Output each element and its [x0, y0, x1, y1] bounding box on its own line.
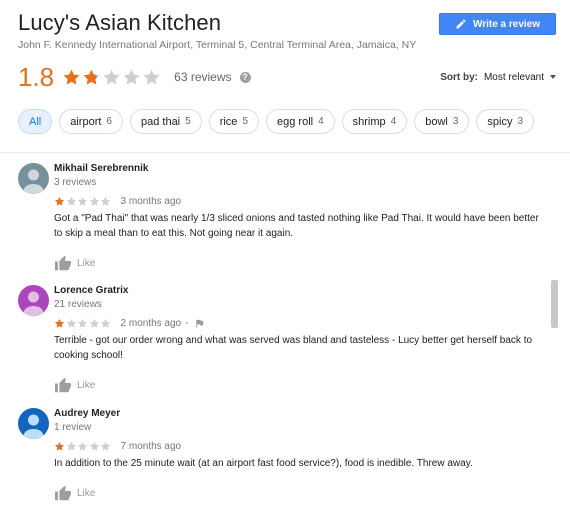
like-button[interactable]: Like	[54, 377, 540, 393]
star-icon	[103, 69, 120, 85]
chip-label: bowl	[425, 115, 448, 128]
star-icon	[66, 441, 76, 451]
business-header: Lucy's Asian Kitchen John F. Kennedy Int…	[18, 10, 556, 51]
avatar[interactable]	[18, 163, 49, 194]
review-text: In addition to the 25 minute wait (at an…	[54, 458, 473, 469]
star-icon	[77, 318, 88, 328]
user-avatar-icon	[18, 408, 49, 439]
sort-value: Most relevant	[483, 71, 544, 83]
review-stars	[54, 441, 112, 452]
review-text: Got a "Pad Thai" that was nearly 1/3 sli…	[54, 213, 539, 239]
review-count[interactable]: 63 reviews	[174, 70, 231, 84]
star-icon	[89, 441, 99, 451]
star-icon	[143, 69, 160, 85]
review-time: 7 months ago	[120, 440, 182, 452]
filter-chip[interactable]: shrimp 4	[341, 109, 408, 134]
star-icon	[66, 318, 76, 328]
filter-chip[interactable]: All	[18, 109, 53, 134]
reviewer-name[interactable]: Mikhail Serebrennik	[54, 163, 540, 174]
chip-count: 4	[318, 116, 324, 127]
star-icon	[54, 318, 65, 328]
star-icon	[63, 69, 80, 85]
like-label: Like	[77, 257, 96, 269]
star-icon	[89, 196, 99, 206]
chip-label: rice	[219, 115, 238, 128]
help-icon[interactable]: ?	[239, 71, 251, 83]
write-review-label: Write a review	[472, 18, 541, 30]
filter-chip[interactable]: airport 6	[59, 109, 123, 134]
flag-icon[interactable]	[194, 318, 205, 329]
filter-chip[interactable]: rice 5	[208, 109, 259, 134]
reviewer-name[interactable]: Audrey Meyer	[54, 408, 540, 419]
star-icon	[100, 318, 111, 328]
average-rating: 1.8	[18, 61, 55, 92]
chip-label: pad thai	[140, 115, 181, 128]
review-time: 3 months ago	[120, 195, 182, 207]
star-icon	[54, 441, 65, 451]
chip-count: 6	[106, 116, 112, 127]
review-rating: 2 months ago -	[54, 317, 540, 329]
avatar[interactable]	[18, 408, 49, 439]
star-icon	[89, 318, 99, 328]
review-time: 2 months ago	[120, 317, 182, 329]
scrollbar-thumb[interactable]	[551, 280, 558, 328]
review-stars	[54, 318, 112, 329]
review-rating: 3 months ago	[54, 195, 540, 207]
chip-label: spicy	[487, 115, 513, 128]
business-address: John F. Kennedy International Airport, T…	[18, 39, 417, 51]
sort-dropdown[interactable]: Sort by: Most relevant	[440, 72, 556, 83]
like-button[interactable]: Like	[54, 485, 540, 501]
caret-down-icon	[550, 75, 556, 79]
chip-count: 5	[185, 116, 191, 127]
chip-count: 3	[517, 116, 524, 127]
filter-chip[interactable]: spicy 3	[476, 109, 535, 134]
filter-chip[interactable]: bowl 3	[414, 109, 470, 134]
write-review-button[interactable]: Write a review	[439, 13, 556, 35]
user-avatar-icon	[18, 285, 49, 316]
thumbs-up-icon	[55, 255, 71, 271]
reviewer-review-count: 21 reviews	[54, 299, 102, 310]
chip-label: shrimp	[352, 115, 386, 128]
user-avatar-icon	[18, 163, 49, 194]
review-rating: 7 months ago	[54, 440, 540, 452]
star-icon	[77, 441, 88, 451]
star-icon	[100, 441, 111, 451]
star-icon	[66, 196, 76, 206]
chip-count: 5	[242, 116, 248, 127]
pencil-icon	[456, 19, 466, 29]
filter-chip[interactable]: egg roll 4	[266, 109, 335, 134]
avatar[interactable]	[18, 285, 49, 316]
chip-count: 3	[452, 116, 459, 127]
thumbs-up-icon	[55, 485, 71, 501]
chip-label: airport	[70, 115, 102, 128]
star-icon	[123, 69, 140, 85]
review-stars	[54, 196, 112, 207]
chip-count: 4	[390, 116, 397, 127]
star-icon	[100, 196, 111, 206]
thumbs-up-icon	[55, 377, 71, 393]
chip-label: egg roll	[277, 115, 314, 128]
filter-chip[interactable]: pad thai 5	[129, 109, 202, 134]
star-icon	[77, 196, 88, 206]
reviewer-name[interactable]: Lorence Gratrix	[54, 285, 540, 296]
review-separator: -	[185, 317, 189, 329]
divider	[0, 152, 570, 153]
like-label: Like	[77, 487, 96, 499]
rating-stars	[62, 68, 162, 87]
rating-summary: 1.8 63 reviews ? Sort by: Most relevant	[18, 62, 556, 92]
topic-filter-chips: All airport 6 pad thai 5 rice 5 egg roll 4 shrimp…	[18, 109, 541, 134]
like-button[interactable]: Like	[54, 255, 540, 271]
star-icon	[83, 69, 100, 85]
sort-label: Sort by:	[440, 71, 478, 83]
reviewer-review-count: 1 review	[54, 422, 92, 433]
star-icon	[54, 196, 65, 206]
review-text: Terrible - got our order wrong and what …	[54, 335, 533, 361]
like-label: Like	[77, 379, 96, 391]
reviewer-review-count: 3 reviews	[54, 177, 97, 188]
chip-label: All	[29, 115, 42, 128]
